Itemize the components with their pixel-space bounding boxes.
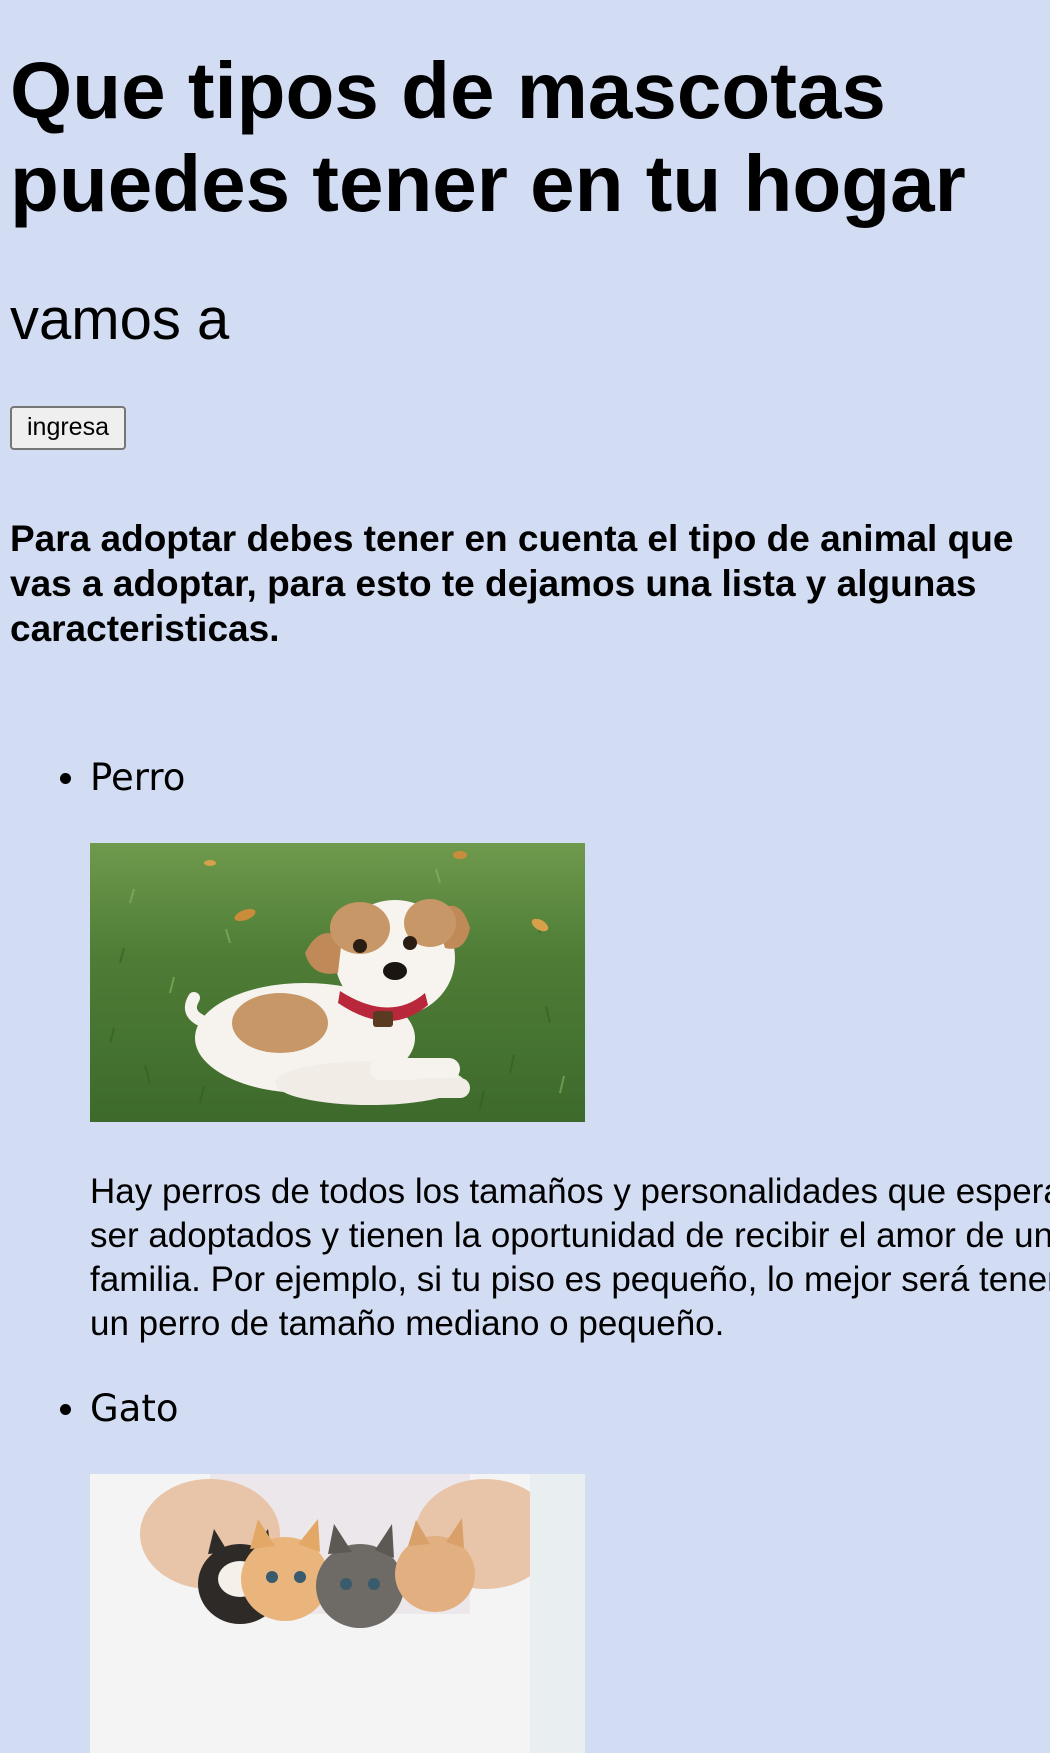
page-content: Que tipos de mascotas puedes tener en tu… [10,0,1050,1753]
pet-description: Hay perros de todos los tamaños y person… [90,1172,1050,1343]
pet-list: Perro Hay perros de todos los tamaños y … [10,755,1050,1753]
ingresa-button[interactable]: ingresa [10,406,126,450]
page-subtitle: vamos a [10,287,230,352]
cat-photo [90,1474,585,1753]
intro-text: Para adoptar debes tener en cuenta el ti… [10,518,1014,649]
list-item: Perro Hay perros de todos los tamaños y … [10,755,1050,1346]
pet-name: Gato [90,1387,179,1430]
list-item: Gato [10,1386,1050,1753]
bullet-icon [60,1404,71,1415]
dog-photo [90,843,585,1122]
bullet-icon [60,773,71,784]
page-title: Que tipos de mascotas puedes tener en tu… [10,46,966,228]
pet-name: Perro [90,756,186,799]
